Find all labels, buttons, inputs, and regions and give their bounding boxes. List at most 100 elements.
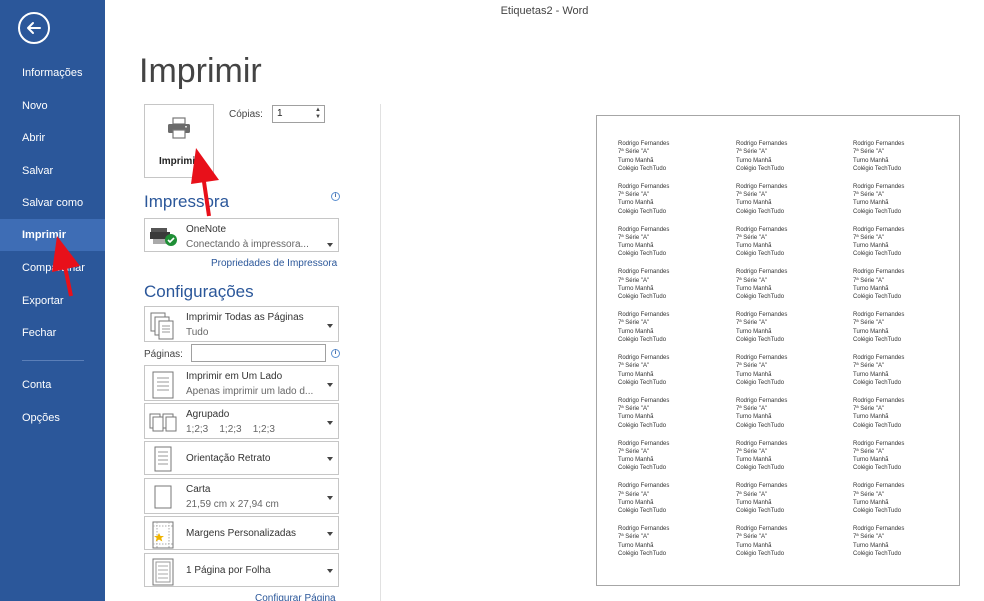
pages-input[interactable] xyxy=(191,344,326,362)
label-line: Rodrigo Fernandes xyxy=(736,269,788,276)
label-line: Turno Manhã xyxy=(736,157,772,164)
label-line: Colégio TechTudo xyxy=(853,551,902,558)
label-line: Rodrigo Fernandes xyxy=(618,183,670,190)
label-cell: Rodrigo Fernandes 7ª Série "A" Turno Manhã… xyxy=(853,311,904,344)
spin-down-icon[interactable]: ▼ xyxy=(313,114,323,121)
pages-info-icon[interactable]: i xyxy=(331,349,340,358)
sidebar-item-salvar-como[interactable]: Salvar como xyxy=(0,187,105,219)
label-line: Colégio TechTudo xyxy=(853,422,902,429)
print-button[interactable]: Imprimir xyxy=(144,104,214,178)
label-cell: Rodrigo Fernandes 7ª Série "A" Turno Manhã… xyxy=(736,226,787,259)
printer-info-icon[interactable]: i xyxy=(331,192,340,201)
label-cell: Rodrigo Fernandes 7ª Série "A" Turno Manhã… xyxy=(736,140,787,173)
paper-size-dropdown[interactable]: Carta 21,59 cm x 27,94 cm xyxy=(144,478,339,514)
pages-per-sheet-dropdown[interactable]: 1 Página por Folha xyxy=(144,553,339,587)
label-line: 7ª Série "A" xyxy=(736,363,768,370)
label-line: Rodrigo Fernandes xyxy=(618,355,670,361)
sidebar-item-novo[interactable]: Novo xyxy=(0,90,105,122)
label-line: Colégio TechTudo xyxy=(853,465,902,472)
print-range-detail: Tudo xyxy=(186,327,209,338)
print-button-label: Imprimir xyxy=(158,156,199,167)
label-line: 7ª Série "A" xyxy=(618,534,650,541)
label-line: Rodrigo Fernandes xyxy=(736,526,788,533)
label-line: 7ª Série "A" xyxy=(736,491,768,498)
label-line: Colégio TechTudo xyxy=(853,165,902,172)
settings-section-title: Configurações xyxy=(144,282,254,301)
sides-dropdown[interactable]: Imprimir em Um Lado Apenas imprimir um l… xyxy=(144,365,339,401)
label-line: 7ª Série "A" xyxy=(853,149,885,156)
label-line: Colégio TechTudo xyxy=(618,294,667,301)
copies-input[interactable]: 1 ▲ ▼ xyxy=(272,105,325,123)
label-line: 7ª Série "A" xyxy=(736,320,768,327)
sidebar-item-informacoes[interactable]: Informações xyxy=(0,57,105,89)
label-line: Rodrigo Fernandes xyxy=(853,355,905,361)
label-line: 7ª Série "A" xyxy=(853,534,885,541)
printer-dropdown[interactable]: OneNote Conectando à impressora... xyxy=(144,218,339,252)
orientation-dropdown[interactable]: Orientação Retrato xyxy=(144,441,339,475)
label-line: Rodrigo Fernandes xyxy=(736,397,788,404)
copies-value: 1 xyxy=(277,108,283,119)
printer-icon xyxy=(168,117,190,139)
sidebar-item-fechar[interactable]: Fechar xyxy=(0,317,105,349)
copies-label: Cópias: xyxy=(229,109,263,120)
label-line: Turno Manhã xyxy=(736,328,772,335)
label-cell: Rodrigo Fernandes 7ª Série "A" Turno Manhã… xyxy=(736,397,787,430)
label-line: Turno Manhã xyxy=(618,285,654,292)
label-line: 7ª Série "A" xyxy=(853,406,885,413)
margins-value: Margens Personalizadas xyxy=(186,528,297,539)
sidebar-item-imprimir[interactable]: Imprimir xyxy=(0,219,105,251)
label-line: Colégio TechTudo xyxy=(618,165,667,172)
sidebar-item-conta[interactable]: Conta xyxy=(0,369,105,401)
portrait-icon xyxy=(154,446,172,472)
sidebar-item-abrir[interactable]: Abrir xyxy=(0,122,105,154)
label-line: Turno Manhã xyxy=(736,285,772,292)
label-line: Turno Manhã xyxy=(853,157,889,164)
sidebar-item-exportar[interactable]: Exportar xyxy=(0,285,105,317)
sidebar-item-compartilhar[interactable]: Compartilhar xyxy=(0,252,105,284)
label-line: Rodrigo Fernandes xyxy=(736,483,788,490)
label-cell: Rodrigo Fernandes 7ª Série "A" Turno Manhã… xyxy=(618,268,669,301)
back-button[interactable] xyxy=(18,12,50,44)
sidebar-item-opcoes[interactable]: Opções xyxy=(0,402,105,434)
label-line: 7ª Série "A" xyxy=(736,534,768,541)
sidebar-item-salvar[interactable]: Salvar xyxy=(0,155,105,187)
copies-spinner[interactable]: ▲ ▼ xyxy=(313,107,323,121)
label-line: 7ª Série "A" xyxy=(736,149,768,156)
label-line: Turno Manhã xyxy=(618,457,654,464)
label-line: Colégio TechTudo xyxy=(736,337,785,344)
label-line: Turno Manhã xyxy=(853,457,889,464)
label-line: Colégio TechTudo xyxy=(853,294,902,301)
label-line: 7ª Série "A" xyxy=(618,277,650,284)
label-line: Colégio TechTudo xyxy=(736,251,785,258)
label-line: Rodrigo Fernandes xyxy=(618,397,670,404)
label-line: Rodrigo Fernandes xyxy=(618,226,670,233)
print-range-value: Imprimir Todas as Páginas xyxy=(186,312,304,323)
label-line: 7ª Série "A" xyxy=(853,234,885,241)
paper-size-value: Carta xyxy=(186,484,211,495)
label-line: Colégio TechTudo xyxy=(618,508,667,515)
label-line: Rodrigo Fernandes xyxy=(853,141,905,147)
label-line: Rodrigo Fernandes xyxy=(618,440,670,447)
label-line: Turno Manhã xyxy=(618,328,654,335)
label-line: Turno Manhã xyxy=(736,499,772,506)
margins-dropdown[interactable]: Margens Personalizadas xyxy=(144,516,339,550)
label-line: Rodrigo Fernandes xyxy=(853,440,905,447)
orientation-value: Orientação Retrato xyxy=(186,453,271,464)
label-line: Rodrigo Fernandes xyxy=(736,440,788,447)
sidebar-divider xyxy=(22,360,84,361)
page-setup-link[interactable]: Configurar Página xyxy=(255,593,336,601)
label-line: Turno Manhã xyxy=(618,157,654,164)
label-cell: Rodrigo Fernandes 7ª Série "A" Turno Manhã… xyxy=(618,482,669,515)
spin-up-icon[interactable]: ▲ xyxy=(313,107,323,114)
label-line: Turno Manhã xyxy=(618,200,654,207)
one-sided-icon xyxy=(152,371,174,399)
print-range-dropdown[interactable]: Imprimir Todas as Páginas Tudo xyxy=(144,306,339,342)
collation-dropdown[interactable]: Agrupado 1;2;3 1;2;3 1;2;3 xyxy=(144,403,339,439)
printer-properties-link[interactable]: Propriedades de Impressora xyxy=(211,258,337,269)
label-line: Colégio TechTudo xyxy=(736,508,785,515)
label-cell: Rodrigo Fernandes 7ª Série "A" Turno Manhã… xyxy=(618,311,669,344)
label-line: Turno Manhã xyxy=(736,414,772,421)
label-line: Turno Manhã xyxy=(853,243,889,250)
label-line: Turno Manhã xyxy=(618,371,654,378)
label-line: Rodrigo Fernandes xyxy=(853,226,905,233)
